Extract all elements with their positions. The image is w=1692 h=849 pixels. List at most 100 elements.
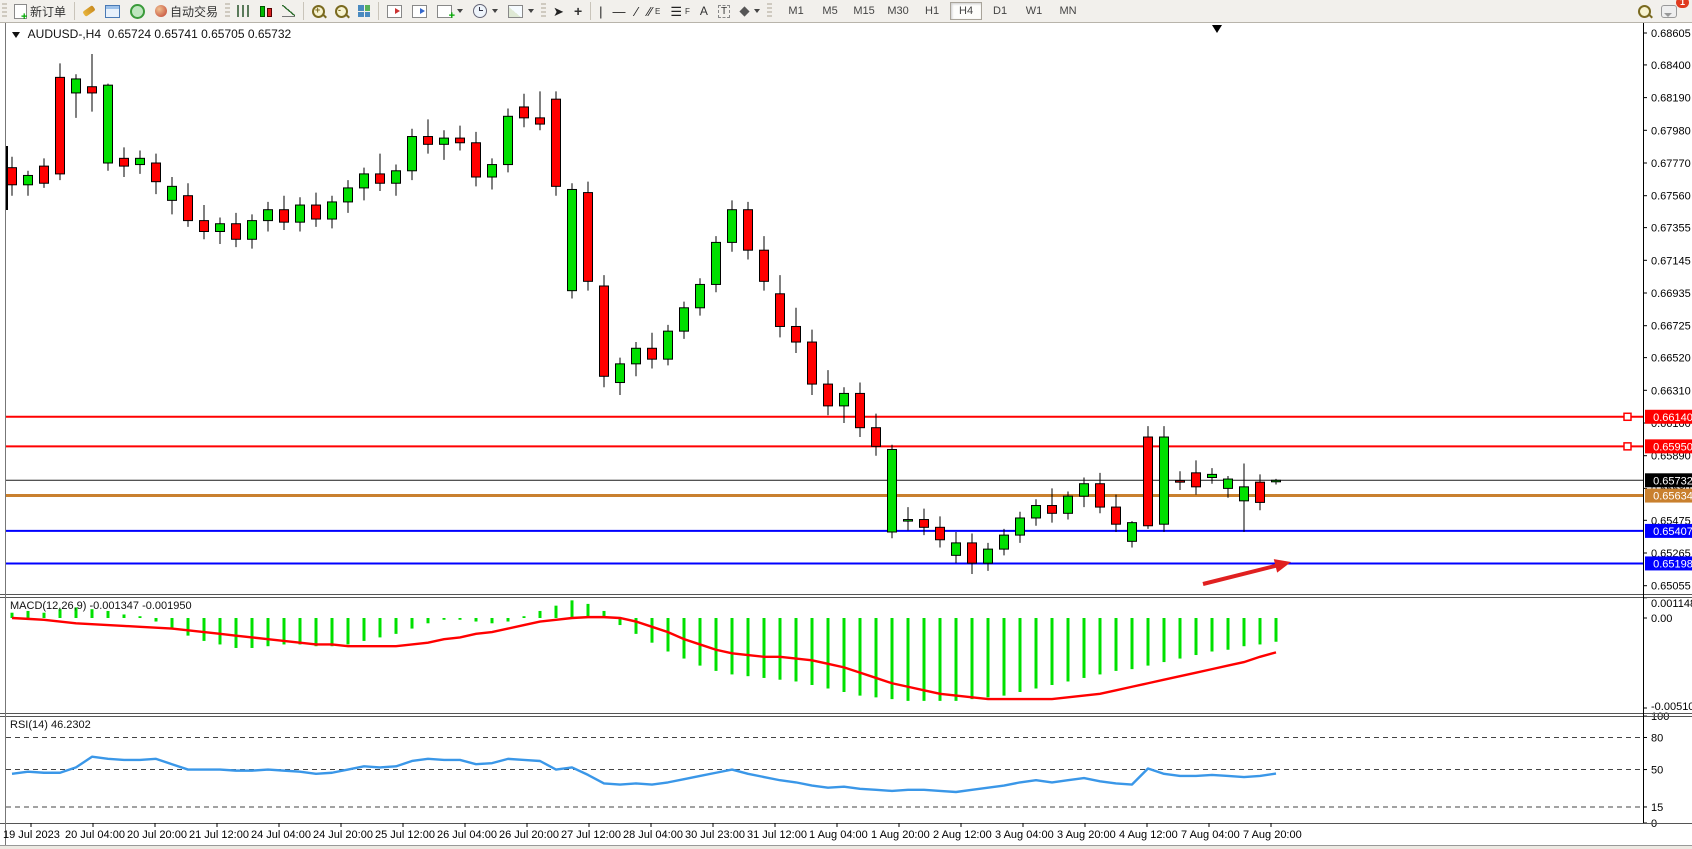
ohlc-readout: 0.65724 0.65741 0.65705 0.65732: [108, 27, 292, 41]
tile-windows-button[interactable]: [353, 0, 375, 22]
crosshair-button[interactable]: +: [569, 0, 587, 22]
auto-scroll-button[interactable]: [407, 0, 432, 22]
toolbar-grip[interactable]: [767, 3, 772, 19]
chat-button[interactable]: 1: [1656, 0, 1682, 22]
periods-button[interactable]: [468, 0, 503, 22]
time-axis-label: 3 Aug 20:00: [1057, 829, 1116, 841]
timeframe-m30[interactable]: M30: [882, 2, 914, 20]
hline-handle[interactable]: [1624, 413, 1631, 420]
arrows-button[interactable]: [735, 0, 765, 22]
cursor-arrow-icon: ➤: [553, 5, 564, 18]
candle-up: [104, 85, 113, 163]
text-button[interactable]: A: [695, 0, 713, 22]
price-axis-label: 0.68605: [1651, 28, 1691, 40]
chart-menu-triangle-icon[interactable]: [12, 32, 20, 38]
candle-up: [408, 137, 417, 171]
toolbar-grip[interactable]: [2, 3, 7, 19]
zoom-out-button[interactable]: -: [330, 0, 353, 22]
toolbar-grip[interactable]: [541, 3, 546, 19]
candle-up: [328, 202, 337, 219]
candle-up: [680, 308, 689, 331]
styler-button[interactable]: [78, 0, 100, 22]
time-axis-label: 24 Jul 04:00: [251, 829, 311, 841]
time-axis-label: 27 Jul 12:00: [561, 829, 621, 841]
notification-badge: 1: [1676, 0, 1689, 8]
rsi-axis-label: 15: [1651, 802, 1663, 814]
candle-up: [248, 221, 257, 240]
autotrade-button[interactable]: 自动交易: [150, 0, 223, 22]
vertical-line-button[interactable]: |: [594, 0, 607, 22]
macd-axis-label: 0.00: [1651, 613, 1672, 625]
cursor-button[interactable]: ➤: [548, 0, 569, 22]
timeframe-m15[interactable]: M15: [848, 2, 880, 20]
macd-indicator-label: MACD(12,26,9) -0.001347 -0.001950: [10, 600, 192, 612]
indicators-button[interactable]: +: [432, 0, 468, 22]
candle-up: [1000, 535, 1009, 549]
signals-button[interactable]: [125, 0, 150, 22]
hline-handle[interactable]: [1624, 443, 1631, 450]
price-axis-label: 0.67355: [1651, 223, 1691, 235]
candle-down: [536, 118, 545, 124]
time-axis-label: 31 Jul 12:00: [747, 829, 807, 841]
candle-up: [1272, 480, 1281, 482]
price-badge-label: 0.65950: [1653, 441, 1692, 453]
templates-button[interactable]: [503, 0, 539, 22]
time-axis-label: 26 Jul 04:00: [437, 829, 497, 841]
chart-shift-button[interactable]: [382, 0, 407, 22]
bar-chart-icon: [237, 5, 250, 17]
time-axis-label: 30 Jul 23:00: [685, 829, 745, 841]
price-axis-label: 0.67770: [1651, 158, 1691, 170]
auto-scroll-icon: [412, 5, 427, 18]
candle-down: [1144, 437, 1153, 526]
candle-down: [1256, 482, 1265, 502]
candle-down: [456, 138, 465, 143]
new-chart-button[interactable]: [100, 0, 125, 22]
chart-canvas[interactable]: 0.686050.684000.681900.679800.677700.675…: [0, 0, 1692, 849]
candle-down: [584, 193, 593, 282]
text-label-icon: T: [718, 5, 730, 18]
candle-up: [1240, 487, 1249, 501]
candle-down: [56, 77, 65, 174]
candle-down: [920, 520, 929, 528]
price-badge-label: 0.66140: [1653, 412, 1692, 424]
timeframe-h1[interactable]: H1: [916, 2, 948, 20]
timeframe-mn[interactable]: MN: [1052, 2, 1084, 20]
price-axis-label: 0.66310: [1651, 385, 1691, 397]
timeframe-h4[interactable]: H4: [950, 2, 982, 20]
text-label-button[interactable]: T: [713, 0, 735, 22]
timeframe-m5[interactable]: M5: [814, 2, 846, 20]
zoom-in-button[interactable]: +: [307, 0, 330, 22]
candle-down: [744, 210, 753, 250]
candle-chart-button[interactable]: [255, 0, 277, 22]
timeframe-d1[interactable]: D1: [984, 2, 1016, 20]
trendline-button[interactable]: ∕: [631, 0, 643, 22]
horizontal-line-button[interactable]: —: [608, 0, 631, 22]
channel-button[interactable]: ∕∕E: [643, 0, 666, 22]
candle-down: [552, 99, 561, 186]
time-axis-label: 26 Jul 20:00: [499, 829, 559, 841]
candle-up: [1208, 474, 1217, 477]
candle-up: [1064, 496, 1073, 513]
candle-down: [1192, 473, 1201, 487]
candle-up: [296, 205, 305, 222]
timeframe-w1[interactable]: W1: [1018, 2, 1050, 20]
candle-up: [664, 331, 673, 359]
toolbar-grip[interactable]: [225, 3, 230, 19]
candle-down: [152, 163, 161, 182]
candle-up: [24, 175, 33, 184]
time-axis-label: 2 Aug 12:00: [933, 829, 992, 841]
arrows-tool-icon: [739, 6, 749, 16]
rsi-indicator-label: RSI(14) 46.2302: [10, 719, 91, 731]
line-chart-button[interactable]: [277, 0, 300, 22]
timeframe-m1[interactable]: M1: [780, 2, 812, 20]
search-button[interactable]: [1633, 0, 1656, 22]
new-order-button[interactable]: + 新订单: [9, 0, 71, 22]
candle-down: [776, 294, 785, 327]
candle-down: [1176, 481, 1185, 483]
bar-chart-button[interactable]: [232, 0, 255, 22]
time-axis-label: 19 Jul 2023: [3, 829, 60, 841]
caret-down-icon: [528, 9, 534, 13]
chart-background[interactable]: [0, 22, 1692, 845]
price-chart[interactable]: 0.686050.684000.681900.679800.677700.675…: [0, 0, 1692, 849]
fibonacci-button[interactable]: ☰F: [665, 0, 695, 22]
